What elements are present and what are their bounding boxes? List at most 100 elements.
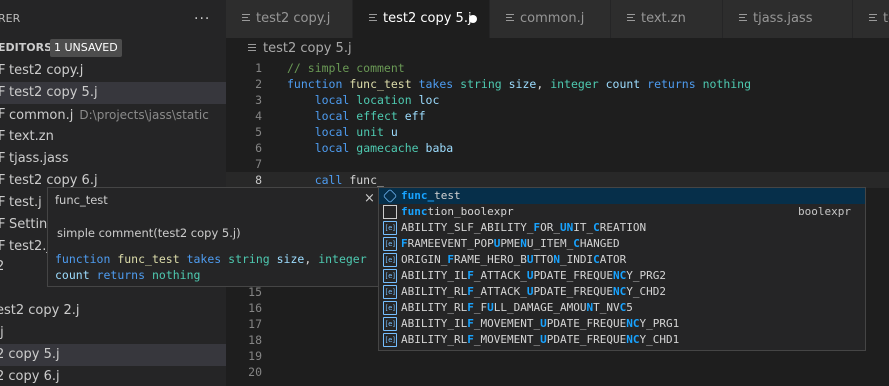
code-token: loc xyxy=(418,93,440,107)
match-highlight: UN xyxy=(559,221,574,234)
match-highlight: F xyxy=(467,333,474,346)
file-type-icon: F xyxy=(0,239,6,254)
explorer-title-bar: RER ··· xyxy=(0,0,226,38)
open-editor-label: test2 copy.j xyxy=(9,63,84,78)
suggestion-item[interactable]: [e] ORIGIN_FRAME_HERO_BUTTON_INDICATOR xyxy=(379,252,865,268)
code-token: local xyxy=(314,109,350,123)
label-part: _MOVEMENT_ xyxy=(473,333,541,346)
label-part: PDATE_FREQUE xyxy=(546,317,627,330)
label-part: PDATE_FREQUE xyxy=(533,285,613,298)
suggestion-label: ABILITY_ILF_ATTACK_UPDATE_FREQUENCY_PRG2 xyxy=(401,268,666,284)
signature-token: returns xyxy=(96,268,146,282)
hover-widget: func_test × simple comment(test2 copy 5.… xyxy=(47,187,379,287)
suggestion-item[interactable]: [e] ABILITY_RLF_FULL_DAMAGE_AMOUNT_NVC5 xyxy=(379,300,865,316)
tab-0[interactable]: test2 copy.j xyxy=(226,0,353,38)
label-part: ABILITY_IL xyxy=(401,317,468,330)
code-token: gamecache xyxy=(356,141,419,155)
tab-3[interactable]: text.zn xyxy=(611,0,723,38)
match-highlight: NC xyxy=(626,333,640,346)
open-editor-item[interactable]: Ftjass.jass xyxy=(0,148,226,170)
open-editors-header[interactable]: EDITORS 1 UNSAVED xyxy=(0,38,226,58)
open-editor-item[interactable]: Ftest2 copy 5.j xyxy=(0,82,226,104)
file-icon xyxy=(627,14,635,23)
open-editor-label: test.j xyxy=(9,195,42,210)
line-number: 6 xyxy=(255,141,262,155)
code-token: string xyxy=(460,77,502,91)
label-part: _INDI xyxy=(559,253,594,266)
suggestion-item[interactable]: func_test xyxy=(379,188,865,204)
signature-line: function func_test takes string size, in… xyxy=(55,251,367,267)
label-part: _MOVEMENT_ xyxy=(473,317,541,330)
match-highlight: F xyxy=(467,317,474,330)
suggestion-label: ABILITY_RLF_MOVEMENT_UPDATE_FREQUENCY_CH… xyxy=(401,332,679,348)
label-part: ORIGIN_ xyxy=(401,253,448,266)
label-part: PDATE_FREQUE xyxy=(546,333,627,346)
open-editor-name: test2.j xyxy=(9,236,50,258)
unsaved-dot-icon[interactable] xyxy=(469,15,477,23)
suggestion-detail: boolexpr xyxy=(798,205,851,218)
folder-file-item[interactable]: 2 copy 6.j xyxy=(0,366,226,386)
suggestion-item[interactable]: [e] FRAMEEVENT_POPUPMENU_ITEM_CHANGED xyxy=(379,236,865,252)
breadcrumb[interactable]: test2 copy 5.j xyxy=(226,38,889,60)
suggestion-item[interactable]: [e] ABILITY_RLF_ATTACK_UPDATE_FREQUENCY_C… xyxy=(379,284,865,300)
label-part: TTO xyxy=(533,253,554,266)
tab-2[interactable]: common.j xyxy=(490,0,611,38)
open-editor-item[interactable]: Fcommon.j D:\projects\jass\static xyxy=(0,104,226,126)
tab-4[interactable]: tjass.jass xyxy=(723,0,853,38)
open-editor-item[interactable]: Ftext.zn xyxy=(0,126,226,148)
code-line: 3 local location loc xyxy=(226,92,889,108)
tab-label: test2 copy 5.j xyxy=(383,11,472,26)
file-icon xyxy=(369,14,377,23)
line-number: 19 xyxy=(248,349,262,363)
suggestion-label: FRAMEEVENT_POPUPMENU_ITEM_CHANGED xyxy=(401,236,620,252)
suggestion-label: ABILITY_RLF_ATTACK_UPDATE_FREQUENCY_CHD2 xyxy=(401,284,666,300)
suggestion-item[interactable]: [e] ABILITY_ILF_MOVEMENT_UPDATE_FREQUENCY… xyxy=(379,316,865,332)
folder-file-item[interactable]: 2 copy 5.j xyxy=(0,344,226,366)
breadcrumb-file[interactable]: test2 copy 5.j xyxy=(263,38,352,60)
match-highlight: func_ xyxy=(401,189,435,202)
label-part: _F xyxy=(473,301,488,314)
suggestion-item[interactable]: [e] ABILITY_RLF_MOVEMENT_UPDATE_FREQUENCY… xyxy=(379,332,865,348)
suggestion-item[interactable]: [e] ABILITY_ILF_ATTACK_UPDATE_FREQUENCY_P… xyxy=(379,268,865,284)
close-icon[interactable]: × xyxy=(364,191,375,206)
tab-5[interactable]: te xyxy=(853,0,889,38)
open-editor-path: D:\projects\jass\static xyxy=(79,108,209,122)
tab-label: te xyxy=(883,11,889,26)
code-token: local xyxy=(314,125,350,139)
tab-label: common.j xyxy=(520,11,585,26)
suggestion-item[interactable]: [e] ABILITY_SLF_ABILITY_FOR_UNIT_CREATION xyxy=(379,220,865,236)
enum-value-icon: [e] xyxy=(383,221,397,235)
hover-signature: function func_test takes string size, in… xyxy=(55,251,367,283)
code-token: integer xyxy=(550,77,599,91)
signature-token: count xyxy=(55,268,90,282)
more-actions-icon[interactable]: ··· xyxy=(194,0,210,38)
suggestion-item[interactable]: function_boolexpr boolexpr xyxy=(379,204,865,220)
folder-file-item[interactable]: est2 copy 2.j xyxy=(0,300,226,322)
code-line: 2 function func_test takes string size, i… xyxy=(226,76,889,92)
signature-token: integer xyxy=(318,252,367,266)
file-type-icon: F xyxy=(0,85,6,100)
signature-token: , xyxy=(304,252,319,266)
code-token: effect xyxy=(356,109,398,123)
suggestion-label: ORIGIN_FRAME_HERO_BUTTON_INDICATOR xyxy=(401,252,626,268)
open-editor-item[interactable]: Ftest2 copy.j xyxy=(0,60,226,82)
label-part: RAMEEVENT_POP xyxy=(407,237,494,250)
suggestion-label: ABILITY_SLF_ABILITY_FOR_UNIT_CREATION xyxy=(401,220,646,236)
line-number: 16 xyxy=(248,301,262,315)
folder-file-item[interactable]: .j xyxy=(0,322,226,344)
code-token: function xyxy=(287,77,343,91)
label-part: Y_CHD2 xyxy=(626,285,666,298)
label-part: PDATE_FREQUE xyxy=(533,269,613,282)
tab-1[interactable]: test2 copy 5.j xyxy=(353,0,490,38)
signature-token: func_test xyxy=(117,252,180,266)
file-type-icon: F xyxy=(0,217,6,232)
label-part: LL_DAMAGE_AMOU xyxy=(493,301,587,314)
match-highlight: U xyxy=(540,317,547,330)
code-line: 1 // simple comment xyxy=(226,60,889,76)
code-text: local unit u xyxy=(287,124,398,140)
label-part: REATION xyxy=(599,221,647,234)
